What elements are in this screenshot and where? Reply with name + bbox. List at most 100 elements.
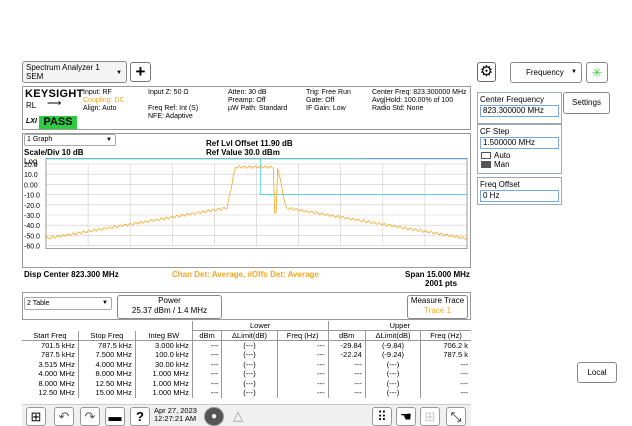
frequency-menu[interactable]: Frequency ▼ bbox=[510, 62, 582, 83]
power-value: 25.37 dBm / 1.4 MHz bbox=[131, 306, 208, 315]
window-title: Spectrum Analyzer 1 bbox=[26, 63, 100, 72]
column-header: ΔLimit(dB) bbox=[365, 330, 422, 341]
graph-selector-label: 1 Graph bbox=[27, 136, 53, 143]
auto-label: Auto bbox=[494, 151, 511, 160]
table-cell: 100.0 kHz bbox=[135, 350, 193, 360]
table-cell: (---) bbox=[365, 359, 422, 369]
table-cell: --- bbox=[277, 369, 329, 379]
settings-button[interactable]: Settings bbox=[563, 92, 610, 114]
results-table: Lower Upper Start Freq Stop Freq Integ BW d… bbox=[22, 321, 471, 398]
graph-selector[interactable]: 1 Graph ▼ bbox=[24, 134, 116, 146]
table-cell: 3.000 kHz bbox=[135, 340, 193, 350]
preamp-text: Preamp: Off bbox=[228, 97, 266, 104]
add-window-button[interactable]: + bbox=[130, 62, 151, 82]
redo-icon[interactable]: ↷ bbox=[80, 407, 100, 426]
measure-trace-value: Trace 1 bbox=[424, 306, 451, 315]
cf-step-auto-option[interactable]: Auto bbox=[480, 151, 559, 160]
chat-icon[interactable]: ● bbox=[204, 407, 224, 426]
input-z-text: Input Z: 50 Ω bbox=[148, 89, 189, 96]
gear-icon[interactable]: ⚙ bbox=[477, 62, 496, 82]
table-cell: --- bbox=[277, 359, 329, 369]
table-cell: (---) bbox=[365, 388, 422, 398]
radio-selected-icon bbox=[481, 161, 491, 169]
y-tick-label: -60.0 bbox=[24, 244, 40, 251]
table-spacer bbox=[22, 321, 193, 331]
table-cell: 706.2 k bbox=[443, 341, 468, 350]
spectrum-plot: 20.0 10.0 0.00 -10.0 -20.0 -30.0 -40.0 -50.0 -60… bbox=[24, 158, 468, 251]
table-selector-label: 2 Table bbox=[27, 300, 50, 307]
y-tick-label: 10.0 bbox=[24, 172, 38, 179]
input-z-info: Input Z: 50 Ω Freq Ref: Int (S) NFE: Ada… bbox=[148, 89, 198, 121]
center-freq-text: Center Freq: 823.300000 MHz bbox=[372, 89, 467, 96]
column-header: Freq (Hz) bbox=[277, 330, 329, 341]
freq-offset-field[interactable]: 0 Hz bbox=[480, 190, 559, 202]
local-button[interactable]: Local bbox=[577, 362, 617, 383]
busy-spinner-icon: ✳ bbox=[586, 62, 608, 83]
freq-offset-label: Freq Offset bbox=[480, 180, 520, 189]
input-info: Input: RF Coupling: DC Align: Auto bbox=[83, 89, 125, 113]
measure-trace-button[interactable]: Measure Trace Trace 1 bbox=[407, 295, 468, 319]
input-text: Input: RF bbox=[83, 89, 112, 96]
date-time: Apr 27, 2023 12:27:21 AM bbox=[154, 407, 197, 423]
trigger-info: Trig: Free Run Gate: Off IF Gain: Low bbox=[306, 89, 351, 113]
undo-icon[interactable]: ↶ bbox=[54, 407, 74, 426]
touch-icon[interactable]: ☚ bbox=[396, 407, 416, 426]
table-cell: --- bbox=[192, 369, 223, 379]
table-cell: (---) bbox=[221, 369, 278, 379]
man-label: Man bbox=[494, 160, 510, 169]
table-cell: --- bbox=[460, 369, 469, 379]
ref-value-label: Ref Value 30.0 dBm bbox=[206, 148, 280, 157]
upper-group-header: Upper bbox=[328, 321, 471, 331]
table-cell: (---) bbox=[365, 378, 422, 388]
cf-step-man-option[interactable]: Man bbox=[480, 160, 559, 169]
table-selector[interactable]: 2 Table ▼ bbox=[24, 297, 112, 310]
table-cell: 1.000 MHz bbox=[135, 369, 193, 379]
lxi-label: LXI bbox=[26, 118, 37, 125]
y-tick-label: -20.0 bbox=[24, 203, 40, 210]
chevron-down-icon: ▼ bbox=[116, 70, 122, 76]
center-frequency-key[interactable]: Center Frequency 823.300000 MHz bbox=[477, 92, 562, 124]
table-cell: --- bbox=[328, 369, 366, 379]
table-cell: --- bbox=[277, 350, 329, 360]
atten-text: Atten: 30 dB bbox=[228, 89, 267, 96]
center-frequency-label: Center Frequency bbox=[480, 95, 545, 104]
windows-start-icon[interactable]: ⊞ bbox=[26, 407, 46, 426]
table-cell: --- bbox=[192, 378, 223, 388]
layout-icon[interactable]: ⊞ bbox=[420, 407, 440, 426]
window-tab[interactable]: Spectrum Analyzer 1 SEM ▼ bbox=[22, 61, 127, 83]
disp-center-label: Disp Center 823.300 MHz bbox=[24, 270, 119, 279]
table-cell: 8.000 MHz bbox=[78, 369, 136, 379]
cf-step-field[interactable]: 1.500000 MHz bbox=[480, 137, 559, 149]
table-cell: 4.000 MHz bbox=[78, 359, 136, 369]
file-icon[interactable]: ▬ bbox=[105, 407, 125, 426]
gate-text: Gate: Off bbox=[306, 97, 335, 104]
table-cell: 1.000 MHz bbox=[135, 378, 193, 388]
table-cell: --- bbox=[192, 340, 223, 350]
if-gain-text: IF Gain: Low bbox=[306, 105, 346, 112]
marker-icon[interactable]: △ bbox=[228, 407, 248, 426]
y-tick-label: -30.0 bbox=[24, 213, 40, 220]
fullscreen-icon[interactable]: ⤡ bbox=[446, 407, 466, 426]
center-frequency-field[interactable]: 823.300000 MHz bbox=[480, 105, 559, 117]
table-row: 8.000 MHz 12.50 MHz 1.000 MHz --- (---) --- --… bbox=[22, 378, 471, 388]
power-readout[interactable]: Power 25.37 dBm / 1.4 MHz bbox=[117, 295, 222, 319]
chevron-down-icon: ▼ bbox=[571, 69, 577, 75]
keypad-icon[interactable]: ⠿ bbox=[372, 407, 392, 426]
help-icon[interactable]: ? bbox=[130, 407, 150, 426]
table-cell: --- bbox=[460, 388, 469, 398]
table-cell: (---) bbox=[221, 359, 278, 369]
table-cell: 787.5 kHz bbox=[78, 340, 136, 350]
freq-ref-text: Freq Ref: Int (S) bbox=[148, 105, 199, 112]
status-badge: PASS bbox=[39, 116, 77, 129]
column-header: Integ BW bbox=[135, 330, 193, 341]
table-cell: --- bbox=[277, 378, 329, 388]
y-tick-label: -10.0 bbox=[24, 193, 40, 200]
chevron-down-icon: ▼ bbox=[102, 300, 108, 306]
taskbar: ⊞ ↶ ↷ ▬ ? Apr 27, 2023 12:27:21 AM ● △ ⠿… bbox=[22, 404, 471, 426]
radio-icon bbox=[481, 152, 491, 160]
table-cell: (---) bbox=[221, 350, 278, 360]
measurement-name: SEM bbox=[26, 72, 44, 81]
freq-offset-key[interactable]: Freq Offset 0 Hz bbox=[477, 177, 562, 205]
cf-step-key[interactable]: CF Step 1.500000 MHz Auto Man bbox=[477, 124, 562, 174]
table-cell: 12.50 MHz bbox=[22, 388, 79, 398]
